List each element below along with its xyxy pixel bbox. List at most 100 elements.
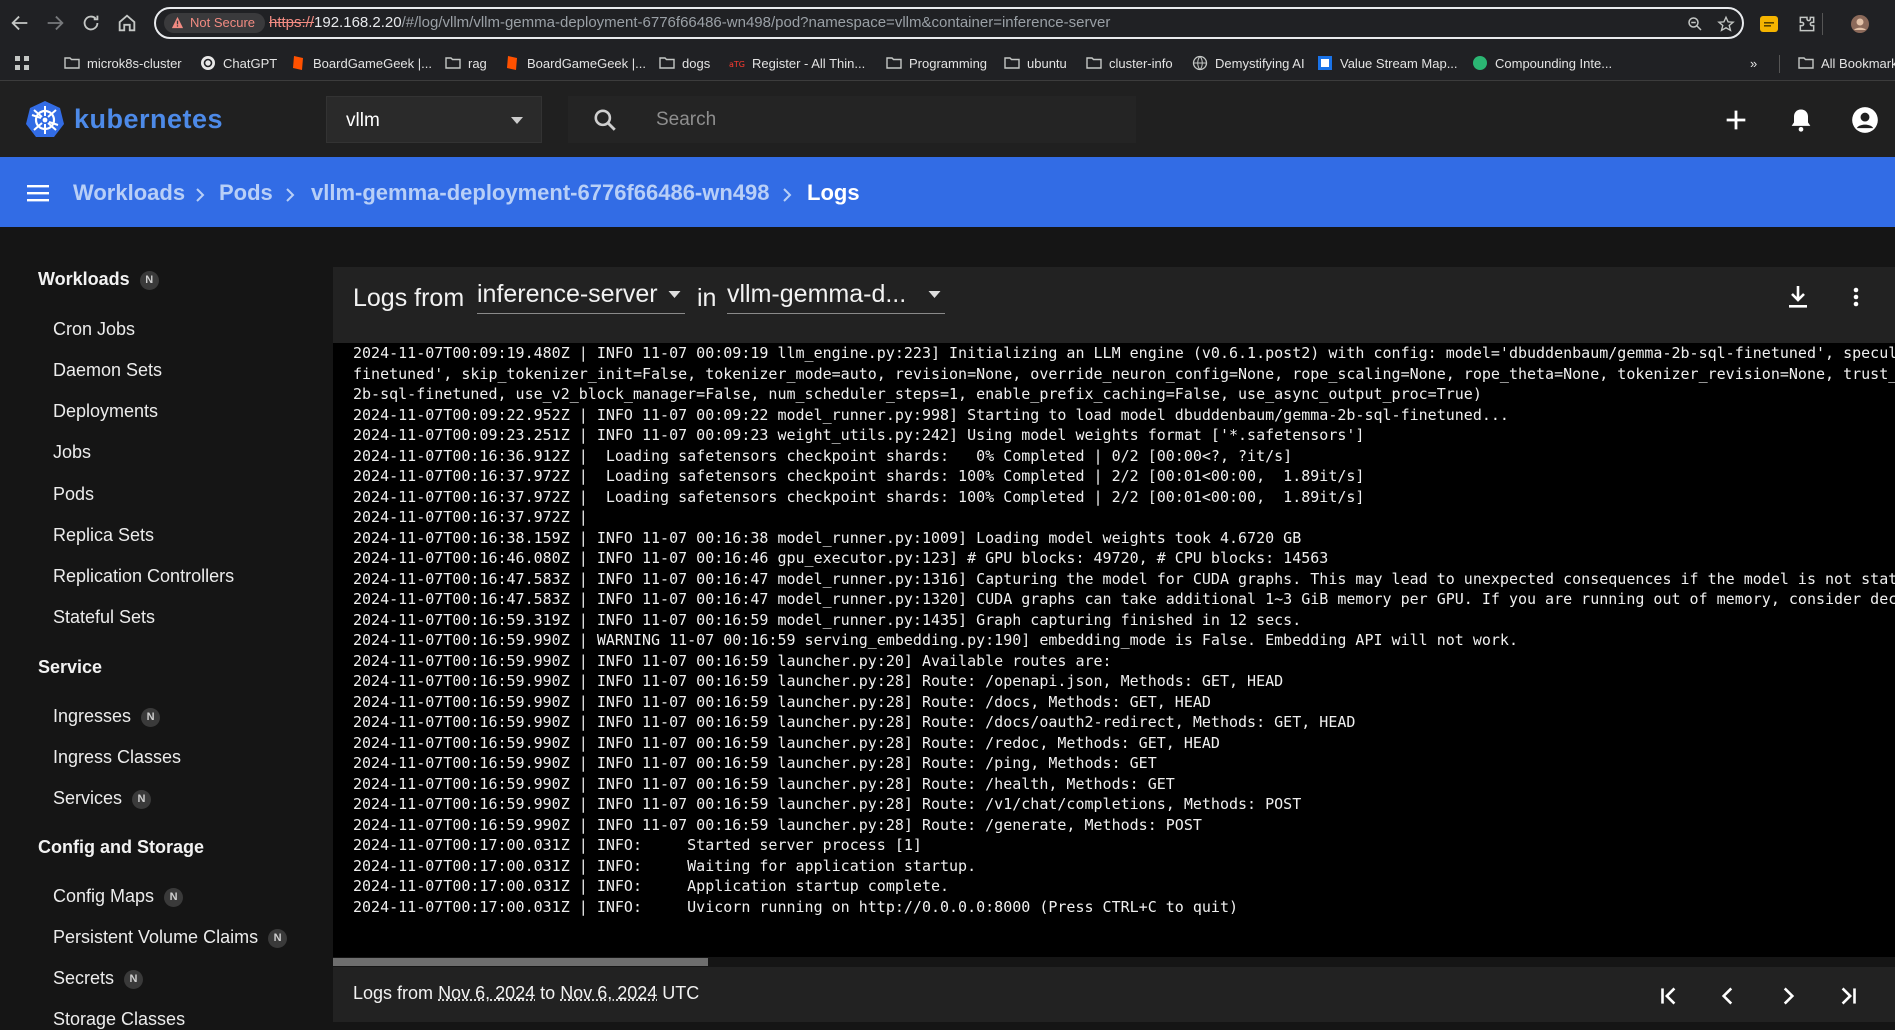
bookmark-compounding[interactable]: Compounding Inte... <box>1472 52 1612 74</box>
extensions-puzzle-icon[interactable] <box>1797 14 1817 34</box>
sidebar-heading-service[interactable]: Service <box>38 657 102 678</box>
search-bar[interactable] <box>568 96 1136 143</box>
toolbar-divider <box>1822 13 1823 35</box>
last-page-icon[interactable] <box>1835 983 1861 1009</box>
bookmark-demystifying-ai[interactable]: Demystifying AI <box>1192 52 1305 74</box>
sidebar-item-replica-sets[interactable]: Replica Sets <box>53 525 154 546</box>
bookmark-label: Register - All Thin... <box>752 55 866 71</box>
bookmark-rag[interactable]: rag <box>445 52 487 74</box>
container-select[interactable]: inference-server <box>477 280 658 309</box>
more-vertical-icon[interactable] <box>1851 284 1861 310</box>
bookmark-ubuntu[interactable]: ubuntu <box>1004 52 1067 74</box>
not-secure-chip[interactable]: Not Secure <box>164 13 266 33</box>
bookmark-boardgamegeek-2[interactable]: BoardGameGeek |... <box>504 52 646 74</box>
breadcrumb-pods[interactable]: Pods <box>219 180 273 206</box>
sidebar-item-jobs[interactable]: Jobs <box>53 442 91 463</box>
search-input[interactable] <box>654 107 1118 133</box>
log-line: 2024-11-07T00:16:59.990Z | INFO 11-07 00… <box>353 815 1202 834</box>
reload-icon[interactable] <box>80 12 102 34</box>
back-arrow-icon[interactable] <box>9 12 31 34</box>
sidebar-item-daemon-sets[interactable]: Daemon Sets <box>53 360 162 381</box>
log-lines: 2024-11-07T00:09:19.480Z | INFO 11-07 00… <box>353 343 1895 917</box>
bookmark-cluster-info[interactable]: cluster-info <box>1086 52 1173 74</box>
log-line: 2b-sql-finetuned, use_v2_block_manager=F… <box>353 385 1482 403</box>
profile-avatar-icon[interactable] <box>1850 14 1870 34</box>
sidebar-item-deployments[interactable]: Deployments <box>53 401 158 422</box>
apps-grid-icon[interactable] <box>14 55 30 71</box>
sidebar-item-ingress-classes[interactable]: Ingress Classes <box>53 747 181 768</box>
namespaced-badge: N <box>132 790 152 809</box>
bookmark-star-icon[interactable] <box>1717 15 1735 33</box>
address-bar[interactable]: Not Secure https://192.168.2.20/#/log/vl… <box>154 7 1744 39</box>
bookmark-chatgpt[interactable]: ChatGPT <box>200 52 277 74</box>
sidebar-item-ingresses[interactable]: Ingresses N <box>53 706 161 727</box>
url-text[interactable]: https://192.168.2.20/#/log/vllm/vllm-gem… <box>269 14 1110 31</box>
sidebar-item-label: Services <box>53 788 123 808</box>
url-host: 192.168.2.20 <box>314 14 402 31</box>
log-line: 2024-11-07T00:16:36.912Z | Loading safet… <box>353 446 1293 465</box>
log-line: 2024-11-07T00:16:46.080Z | INFO 11-07 00… <box>353 549 1329 567</box>
namespaced-badge: N <box>124 970 144 989</box>
footer-to-date[interactable]: Nov 6, 2024 <box>560 983 657 1003</box>
bookmark-label: rag <box>468 55 487 71</box>
chevron-down-icon[interactable] <box>668 291 681 298</box>
forward-arrow-icon[interactable] <box>44 12 66 34</box>
home-icon[interactable] <box>116 12 138 34</box>
app-name[interactable]: kubernetes <box>74 104 223 135</box>
sidebar-item-pods[interactable]: Pods <box>53 484 94 505</box>
namespace-select[interactable]: vllm <box>326 96 542 143</box>
bookmark-dogs[interactable]: dogs <box>659 52 710 74</box>
sidebar-item-config-maps[interactable]: Config Maps N <box>53 886 184 907</box>
log-line: 2024-11-07T00:17:00.031Z | INFO: Uvicorn… <box>353 897 1239 916</box>
bookmark-programming[interactable]: Programming <box>886 52 987 74</box>
first-page-icon[interactable] <box>1656 983 1682 1009</box>
sidebar-heading-config-storage[interactable]: Config and Storage <box>38 837 204 858</box>
extension-note-icon[interactable] <box>1759 14 1779 34</box>
previous-page-icon[interactable] <box>1715 983 1741 1009</box>
bookmark-microk8s-cluster[interactable]: microk8s-cluster <box>64 52 182 74</box>
footer-suffix: UTC <box>662 983 700 1003</box>
sidebar-item-storage-classes[interactable]: Storage Classes <box>53 1009 185 1030</box>
breadcrumb-pod-name[interactable]: vllm-gemma-deployment-6776f66486-wn498 <box>311 180 770 206</box>
create-plus-icon[interactable] <box>1722 106 1750 134</box>
breadcrumb-workloads[interactable]: Workloads <box>73 180 185 206</box>
sidebar-item-replication-controllers[interactable]: Replication Controllers <box>53 566 234 587</box>
logs-from-label: Logs from <box>353 284 465 312</box>
pod-select[interactable]: vllm-gemma-d... <box>727 280 906 309</box>
chevron-down-icon <box>511 117 523 124</box>
container-select-underline <box>477 313 685 314</box>
bookmark-label: cluster-info <box>1109 55 1173 71</box>
sidebar-item-stateful-sets[interactable]: Stateful Sets <box>53 607 155 628</box>
bookmark-value-stream[interactable]: Value Stream Map... <box>1317 52 1458 74</box>
menu-hamburger-icon[interactable] <box>27 184 49 202</box>
chevron-down-icon[interactable] <box>928 291 941 298</box>
sidebar-heading-workloads[interactable]: Workloads N <box>38 269 159 290</box>
log-output[interactable]: 2024-11-07T00:09:19.480Z | INFO 11-07 00… <box>333 343 1895 960</box>
sidebar-item-services[interactable]: Services N <box>53 788 152 809</box>
kubernetes-logo-icon[interactable] <box>25 100 65 140</box>
next-page-icon[interactable] <box>1775 983 1801 1009</box>
account-icon[interactable] <box>1851 106 1879 134</box>
sidebar-item-persistent-volume-claims[interactable]: Persistent Volume Claims N <box>53 927 288 948</box>
bookmark-label: microk8s-cluster <box>87 55 182 71</box>
footer-from-date[interactable]: Nov 6, 2024 <box>438 983 535 1003</box>
download-icon[interactable] <box>1786 284 1810 310</box>
bookmarks-overflow-button[interactable]: » <box>1750 52 1757 74</box>
bookmark-boardgamegeek-1[interactable]: BoardGameGeek |... <box>290 52 432 74</box>
log-line: 2024-11-07T00:16:59.990Z | WARNING 11-07… <box>353 631 1518 649</box>
log-line: 2024-11-07T00:16:37.972Z | Loading safet… <box>353 487 1365 506</box>
site-icon <box>1473 56 1487 70</box>
horizontal-scrollbar-thumb[interactable] <box>333 958 708 966</box>
log-line: 2024-11-07T00:16:59.990Z | INFO 11-07 00… <box>353 651 1112 670</box>
logs-time-range: Logs from Nov 6, 2024 to Nov 6, 2024 UTC <box>353 983 699 1004</box>
bookmark-register[interactable]: aTG Register - All Thin... <box>729 52 865 74</box>
log-line: 2024-11-07T00:16:59.990Z | INFO 11-07 00… <box>353 713 1356 731</box>
sidebar-item-cron-jobs[interactable]: Cron Jobs <box>53 319 135 340</box>
log-line: 2024-11-07T00:16:47.583Z | INFO 11-07 00… <box>353 590 1895 608</box>
globe-icon <box>1192 55 1208 71</box>
notifications-bell-icon[interactable] <box>1787 106 1815 134</box>
sidebar-item-secrets[interactable]: Secrets N <box>53 968 144 989</box>
zoom-icon[interactable] <box>1686 15 1704 33</box>
in-label: in <box>697 284 717 312</box>
all-bookmarks-button[interactable]: All Bookmarks <box>1798 52 1895 74</box>
